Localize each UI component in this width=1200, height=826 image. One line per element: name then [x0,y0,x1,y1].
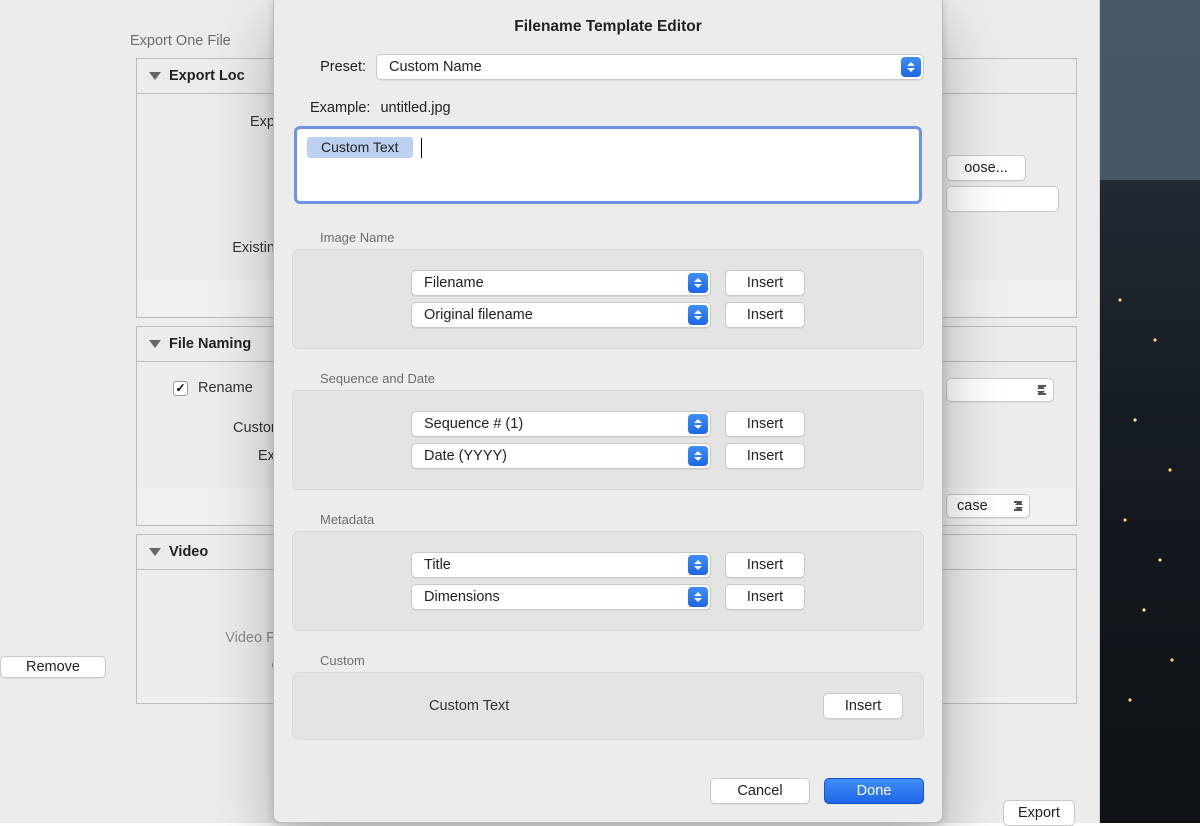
caret-updown-icon [688,273,708,293]
text-cursor [421,138,423,158]
select-value [957,382,961,398]
group-image-name: Filename Insert Original filename Insert [292,249,924,349]
group-sequence-date: Sequence # (1) Insert Date (YYYY) Insert [292,390,924,490]
export-button-label: Export [1018,805,1060,821]
group-label-sequence-date: Sequence and Date [320,371,924,386]
remove-button[interactable]: Remove [0,656,106,678]
button-label: Insert [747,307,783,323]
row-original-filename: Original filename Insert [313,302,903,328]
example-value: untitled.jpg [380,100,450,116]
subfolder-input[interactable] [946,186,1059,212]
row-custom-text: Custom Text Insert [313,693,903,719]
caret-updown-icon [688,446,708,466]
insert-button[interactable]: Insert [725,270,805,296]
row-dimensions: Dimensions Insert [313,584,903,610]
insert-button[interactable]: Insert [725,443,805,469]
filename-template-editor-modal: Filename Template Editor Preset: Custom … [273,0,943,823]
filename-template-select[interactable] [946,378,1054,402]
group-label-metadata: Metadata [320,512,924,527]
cancel-button[interactable]: Cancel [710,778,810,804]
group-custom: Custom Text Insert [292,672,924,740]
metadata-select-1[interactable]: Title [411,552,711,578]
button-label: Insert [747,557,783,573]
choose-button-label: oose... [964,160,1008,176]
caret-updown-icon [688,555,708,575]
row-sequence: Sequence # (1) Insert [313,411,903,437]
insert-button[interactable]: Insert [725,552,805,578]
insert-button[interactable]: Insert [725,302,805,328]
label-existing-files: Existing [153,234,283,262]
label-quality: Q [153,652,283,680]
insert-button[interactable]: Insert [725,584,805,610]
select-value: Custom Name [389,59,482,75]
preset-label: Preset: [292,59,366,75]
select-value: Title [424,557,451,573]
caret-updown-icon [1037,385,1045,395]
button-label: Insert [845,698,881,714]
label-export-to: Expo [153,108,283,136]
preview-image [1100,0,1200,823]
label-example: Exa [153,442,283,470]
button-label: Insert [747,275,783,291]
token-custom-text[interactable]: Custom Text [307,137,413,158]
disclosure-triangle-icon [149,340,161,348]
modal-title: Filename Template Editor [292,18,924,36]
choose-folder-button[interactable]: oose... [946,155,1026,181]
image-name-select-1[interactable]: Filename [411,270,711,296]
section-title: Export Loc [169,68,245,84]
select-value: Sequence # (1) [424,416,523,432]
template-token-field[interactable]: Custom Text [294,126,922,204]
caret-updown-icon [901,57,921,77]
caret-updown-icon [688,587,708,607]
button-label: Insert [747,416,783,432]
caret-updown-icon [688,414,708,434]
token-label: Custom Text [321,139,399,155]
metadata-select-2[interactable]: Dimensions [411,584,711,610]
caret-updown-icon [1015,501,1023,511]
preset-row: Preset: Custom Name [292,54,924,80]
select-value: Original filename [424,307,533,323]
custom-text-label: Custom Text [313,698,809,714]
example-label: Example: [310,100,370,116]
insert-button[interactable]: Insert [823,693,903,719]
button-label: Cancel [737,783,782,799]
button-label: Done [857,783,892,799]
rename-label: Rename [198,380,253,396]
row-filename: Filename Insert [313,270,903,296]
preset-select[interactable]: Custom Name [376,54,924,80]
date-select[interactable]: Date (YYYY) [411,443,711,469]
group-label-image-name: Image Name [320,230,924,245]
case-select[interactable]: case [946,494,1030,518]
row-title: Title Insert [313,552,903,578]
section-title: File Naming [169,336,251,352]
select-value: Date (YYYY) [424,448,507,464]
label-folder: F [153,136,283,164]
button-label: Insert [747,448,783,464]
label-video-format: Video Fo [153,624,283,652]
label-custom-text: Custom [153,414,283,442]
remove-button-label: Remove [26,659,80,675]
rename-checkbox[interactable] [173,381,188,396]
disclosure-triangle-icon [149,548,161,556]
sequence-select[interactable]: Sequence # (1) [411,411,711,437]
group-metadata: Title Insert Dimensions Insert [292,531,924,631]
disclosure-triangle-icon [149,72,161,80]
button-label: Insert [747,589,783,605]
modal-footer: Cancel Done [292,768,924,804]
caret-updown-icon [688,305,708,325]
image-name-select-2[interactable]: Original filename [411,302,711,328]
row-date: Date (YYYY) Insert [313,443,903,469]
export-button[interactable]: Export [1003,800,1075,826]
insert-button[interactable]: Insert [725,411,805,437]
select-value: Dimensions [424,589,500,605]
export-dialog-subtitle: Export One File [130,33,231,49]
select-value: Filename [424,275,484,291]
select-value: case [957,498,988,514]
example-row: Example: untitled.jpg [310,100,924,116]
section-title: Video [169,544,208,560]
group-label-custom: Custom [320,653,924,668]
done-button[interactable]: Done [824,778,924,804]
